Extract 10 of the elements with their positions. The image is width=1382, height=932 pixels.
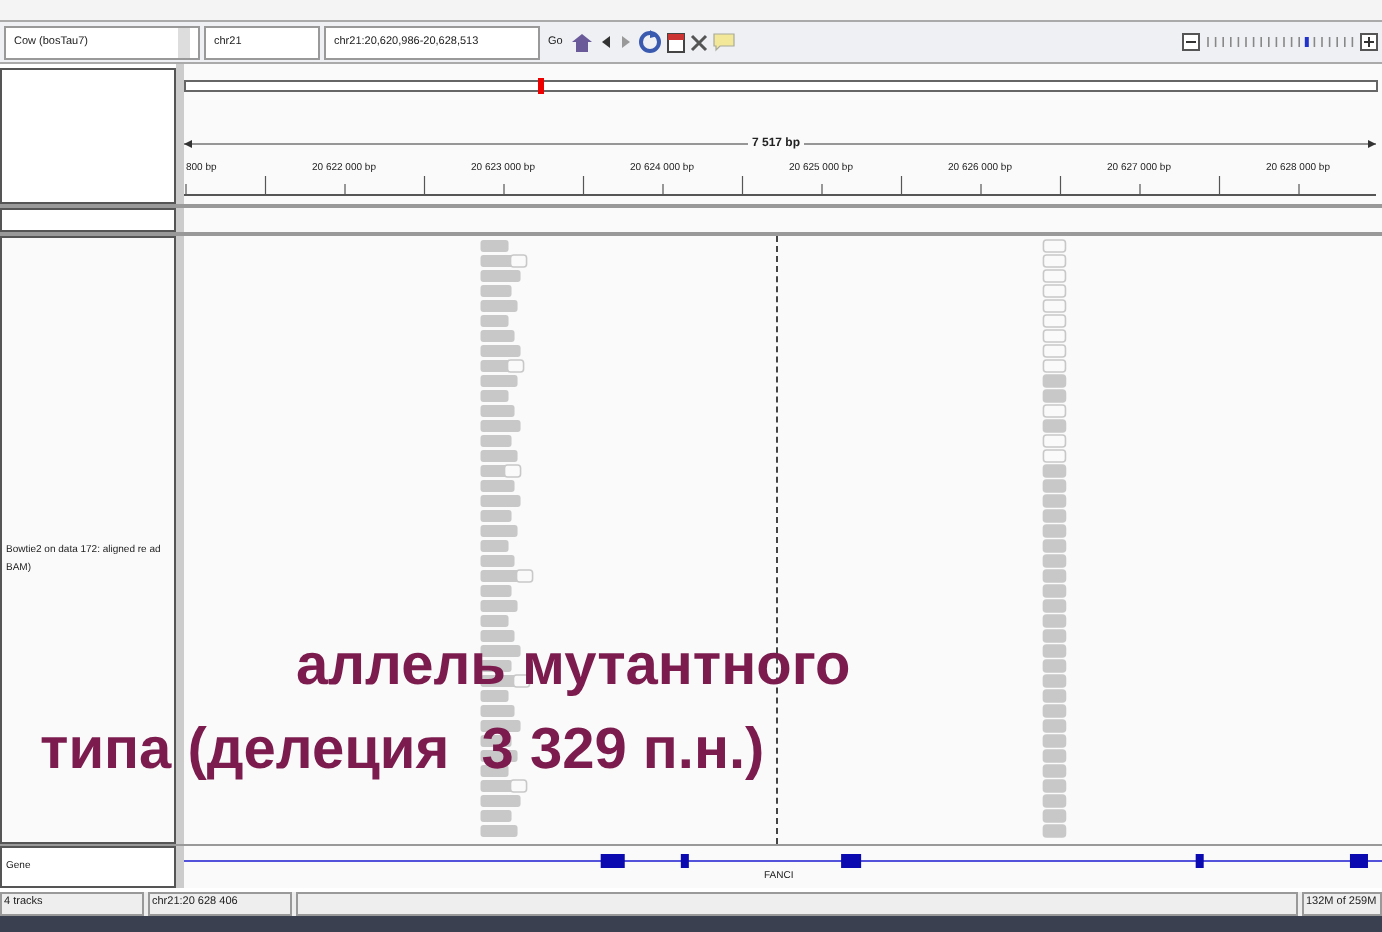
- overlay-caption: типа (делеция 3 329 п.н.): [40, 716, 765, 786]
- overlay-caption: аллель мутантного: [296, 632, 851, 702]
- close-icon[interactable]: [690, 33, 709, 51]
- back-icon[interactable]: [598, 34, 615, 50]
- region-marker: [538, 78, 544, 94]
- zoom-slider-icon[interactable]: [1182, 32, 1378, 52]
- refresh-icon[interactable]: [638, 30, 663, 54]
- home-icon[interactable]: [570, 31, 595, 53]
- region-icon[interactable]: [666, 31, 687, 53]
- gene-model-icon: [184, 852, 1382, 870]
